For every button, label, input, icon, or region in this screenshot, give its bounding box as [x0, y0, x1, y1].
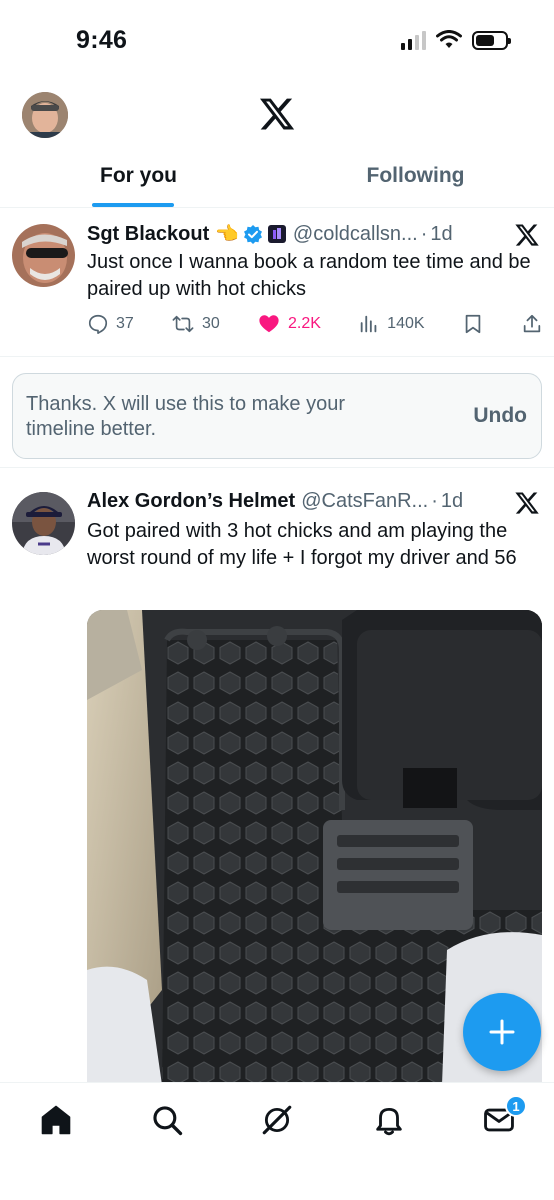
plus-icon	[489, 1019, 515, 1045]
bookmark-button[interactable]	[462, 313, 484, 335]
tab-following-label: Following	[366, 164, 465, 187]
messages-unread-badge: 1	[505, 1095, 527, 1117]
author-name[interactable]: Sgt Blackout	[87, 223, 209, 246]
x-logo-icon[interactable]	[258, 95, 296, 133]
author-handle: @CatsFanR...	[301, 490, 429, 512]
bottom-navigation	[0, 1082, 554, 1200]
active-tab-indicator	[92, 203, 174, 207]
views-icon	[360, 315, 377, 333]
divider	[0, 356, 554, 357]
separator-dot: ·	[420, 222, 428, 245]
tweet-time: 1d	[440, 490, 464, 512]
feedback-notice: Thanks. X will use this to make your tim…	[12, 373, 542, 459]
tweet-header: Sgt Blackout 👈 @coldcallsn... · 1d	[87, 222, 453, 246]
compose-post-button[interactable]	[463, 993, 541, 1071]
affiliate-badge-icon	[267, 225, 286, 243]
tweet-author-avatar[interactable]	[12, 224, 75, 287]
like-count: 2.2K	[288, 315, 321, 332]
cellular-signal-icon	[401, 30, 426, 50]
profile-avatar[interactable]	[22, 92, 68, 138]
repost-icon	[172, 315, 194, 333]
share-icon	[523, 314, 541, 333]
tweet[interactable]: Sgt Blackout 👈 @coldcallsn... · 1d Just …	[0, 208, 554, 356]
search-icon[interactable]	[150, 1103, 184, 1137]
tweet-actions: 37 30 2.2K 140K	[87, 313, 543, 335]
verified-badge-icon	[243, 225, 262, 244]
author-handle: @coldcallsn...	[292, 222, 418, 245]
views-button[interactable]: 140K	[358, 313, 425, 335]
grok-icon[interactable]	[260, 1103, 294, 1137]
home-icon[interactable]	[39, 1103, 73, 1137]
undo-button[interactable]: Undo	[473, 404, 527, 428]
separator-dot: ·	[431, 490, 438, 512]
reply-button[interactable]: 37	[87, 313, 134, 335]
feedback-message: Thanks. X will use this to make your tim…	[26, 393, 346, 440]
tab-following[interactable]: Following	[277, 150, 554, 207]
status-bar: 9:46	[0, 0, 554, 80]
bookmark-icon	[465, 314, 481, 334]
like-button[interactable]: 2.2K	[257, 313, 321, 335]
x-logo-icon[interactable]	[514, 222, 540, 248]
reply-count: 37	[116, 315, 134, 332]
name-emoji: 👈	[215, 224, 239, 245]
tweet-text: Got paired with 3 hot chicks and am play…	[87, 520, 517, 569]
tweet-time: 1d	[430, 222, 453, 245]
repost-button[interactable]: 30	[171, 313, 220, 335]
top-header	[0, 80, 554, 150]
tweet-text: Just once I wanna book a random tee time…	[87, 251, 531, 300]
battery-fill	[476, 34, 495, 46]
tweet-header: Alex Gordon’s Helmet @CatsFanR... · 1d	[87, 490, 463, 513]
tweet-author-avatar[interactable]	[12, 492, 75, 555]
tab-for-you-label: For you	[100, 164, 177, 187]
heart-filled-icon	[259, 315, 279, 333]
views-count: 140K	[387, 315, 425, 332]
timeline-tabs: For you Following	[0, 150, 554, 208]
share-button[interactable]	[521, 313, 543, 335]
x-logo-icon[interactable]	[514, 490, 540, 516]
status-icons	[401, 30, 511, 50]
battery-icon	[472, 30, 511, 50]
wifi-icon	[436, 30, 462, 48]
reply-icon	[88, 314, 108, 334]
tab-for-you[interactable]: For you	[0, 150, 277, 207]
status-time: 9:46	[76, 26, 128, 54]
repost-count: 30	[202, 315, 220, 332]
notifications-icon[interactable]	[372, 1103, 406, 1137]
author-name[interactable]: Alex Gordon’s Helmet	[87, 490, 295, 513]
